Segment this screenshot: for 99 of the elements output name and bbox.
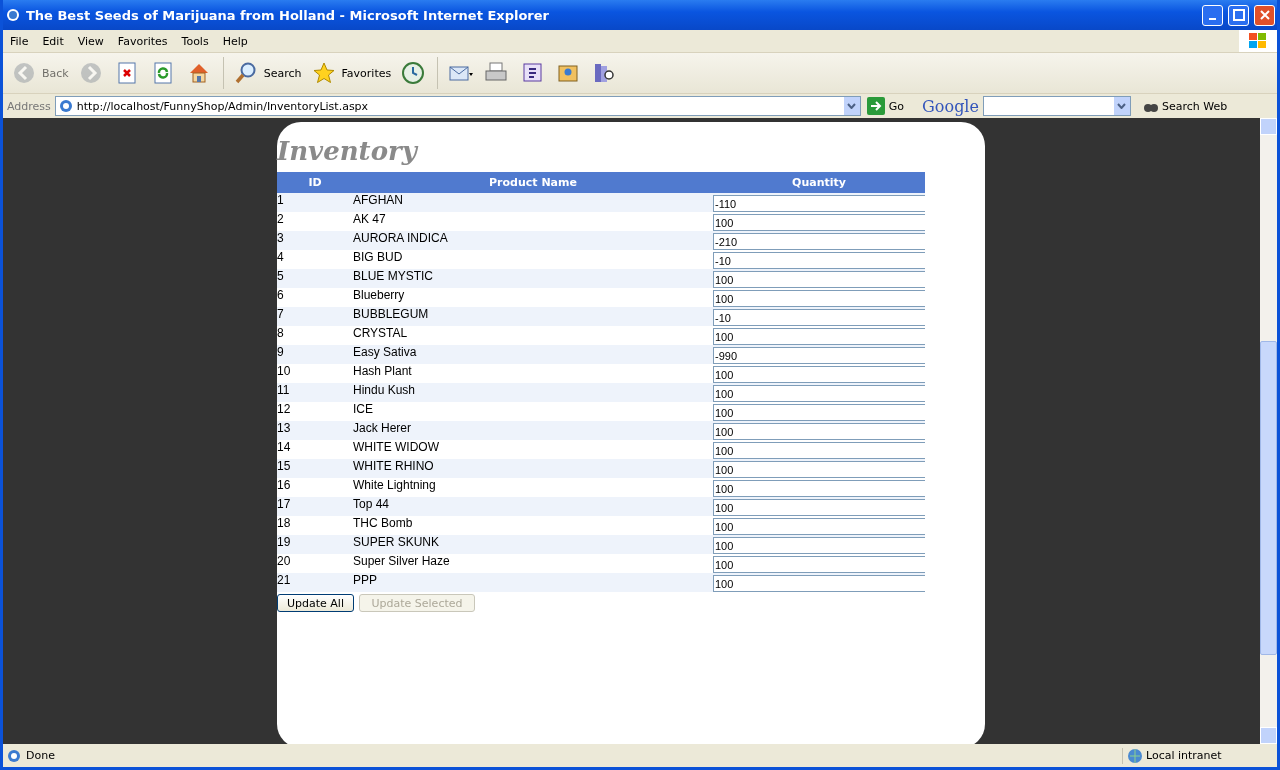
column-header: ID (277, 172, 353, 193)
maximize-icon (1232, 9, 1245, 21)
table-cell: THC Bomb (353, 516, 713, 535)
table-cell: 9 (277, 345, 353, 364)
address-label: Address (7, 99, 51, 113)
table-cell: AK 47 (353, 212, 713, 231)
column-header: Quantity (713, 172, 925, 193)
table-cell: Hash Plant (353, 364, 713, 383)
quantity-field[interactable]: 100 (713, 575, 925, 592)
quantity-field[interactable]: -210 (713, 233, 925, 250)
window-title: The Best Seeds of Marijuana from Holland - Microsoft Internet Explorer (26, 7, 550, 23)
table-cell: 10 (277, 364, 353, 383)
table-cell: 4 (277, 250, 353, 269)
table-cell: AURORA INDICA (353, 231, 713, 250)
dropdown-icon[interactable] (843, 97, 860, 115)
table-cell: Jack Herer (353, 421, 713, 440)
quantity-field[interactable]: 100 (713, 461, 925, 478)
table-cell: Super Silver Haze (353, 554, 713, 573)
go-button[interactable]: Go (864, 97, 919, 115)
quantity-field[interactable]: 100 (713, 214, 925, 231)
table-cell: 18 (277, 516, 353, 535)
close-button[interactable] (1254, 4, 1275, 26)
page-heading: Inventory (277, 136, 420, 166)
table-cell: Easy Sativa (353, 345, 713, 364)
quantity-field[interactable]: -10 (713, 252, 925, 269)
table-cell: 1 (277, 193, 353, 212)
menu-item[interactable]: File (3, 34, 36, 48)
menu-item[interactable]: Tools (174, 34, 216, 48)
search-web-button[interactable]: Search Web (1134, 98, 1228, 114)
table-cell: SUPER SKUNK (353, 535, 713, 554)
minimize-button[interactable] (1202, 4, 1223, 26)
table-cell: 16 (277, 478, 353, 497)
table-cell: BIG BUD (353, 250, 713, 269)
table-cell: 7 (277, 307, 353, 326)
table-cell: 17 (277, 497, 353, 516)
table-cell: 14 (277, 440, 353, 459)
menu-item[interactable]: Favorites (110, 34, 175, 48)
quantity-field[interactable]: 100 (713, 442, 925, 459)
table-cell: Blueberry (353, 288, 713, 307)
table-cell: 3 (277, 231, 353, 250)
quantity-field[interactable]: -990 (713, 347, 925, 364)
table-cell: CRYSTAL (353, 326, 713, 345)
quantity-field[interactable]: 100 (713, 385, 925, 402)
zone-text: Local intranet (1146, 749, 1222, 762)
quantity-field[interactable]: 100 (713, 480, 925, 497)
favorites-button[interactable]: Favorites (308, 58, 395, 88)
table-cell: Hindu Kush (353, 383, 713, 402)
scrollbar[interactable] (1260, 118, 1277, 744)
table-cell: WHITE WIDOW (353, 440, 713, 459)
quantity-field[interactable]: -110 (713, 195, 925, 212)
menu-item[interactable]: Edit (35, 34, 71, 48)
browser-logo-icon (5, 7, 21, 23)
page-icon (57, 98, 74, 114)
quantity-field[interactable]: -10 (713, 309, 925, 326)
table-cell: BUBBLEGUM (353, 307, 713, 326)
table-cell: 12 (277, 402, 353, 421)
status-text: Done (26, 749, 56, 762)
update-button[interactable]: Update All (277, 594, 354, 612)
table-cell: 5 (277, 269, 353, 288)
menu-item[interactable]: View (70, 34, 111, 48)
quantity-field[interactable]: 100 (713, 328, 925, 345)
page-icon (6, 747, 22, 764)
close-icon (1258, 9, 1271, 21)
quantity-field[interactable]: 100 (713, 290, 925, 307)
quantity-field[interactable]: 100 (713, 404, 925, 421)
table-cell: WHITE RHINO (353, 459, 713, 478)
column-header: Product Name (353, 172, 713, 193)
quantity-field[interactable]: 100 (713, 271, 925, 288)
table-cell: White Lightning (353, 478, 713, 497)
search-button[interactable]: Search (230, 58, 305, 88)
table-cell: 15 (277, 459, 353, 478)
table-cell: PPP (353, 573, 713, 592)
search-field[interactable] (982, 96, 1131, 116)
address-field[interactable]: http://localhost/FunnyShop/Admin/InventoryList.aspx (54, 96, 861, 116)
table-cell: AFGHAN (353, 193, 713, 212)
table-cell: 2 (277, 212, 353, 231)
menu-item[interactable]: Help (215, 34, 255, 48)
table-cell: 13 (277, 421, 353, 440)
globe-icon (1127, 747, 1143, 764)
maximize-button[interactable] (1228, 4, 1249, 26)
search-provider-logo[interactable]: Google (922, 96, 979, 116)
table-cell: ICE (353, 402, 713, 421)
table-cell: 6 (277, 288, 353, 307)
table-cell: 20 (277, 554, 353, 573)
quantity-field[interactable]: 100 (713, 518, 925, 535)
table-cell: 8 (277, 326, 353, 345)
quantity-field[interactable]: 100 (713, 423, 925, 440)
minimize-icon (1209, 17, 1216, 20)
quantity-field[interactable]: 100 (713, 366, 925, 383)
quantity-field[interactable]: 100 (713, 499, 925, 516)
table-cell: 11 (277, 383, 353, 402)
dropdown-icon[interactable] (1113, 97, 1130, 115)
windows-flag-icon (1239, 30, 1277, 52)
quantity-field[interactable]: 100 (713, 537, 925, 554)
table-cell: 21 (277, 573, 353, 592)
table-cell: BLUE MYSTIC (353, 269, 713, 288)
table-cell: 19 (277, 535, 353, 554)
table-cell: Top 44 (353, 497, 713, 516)
quantity-field[interactable]: 100 (713, 556, 925, 573)
